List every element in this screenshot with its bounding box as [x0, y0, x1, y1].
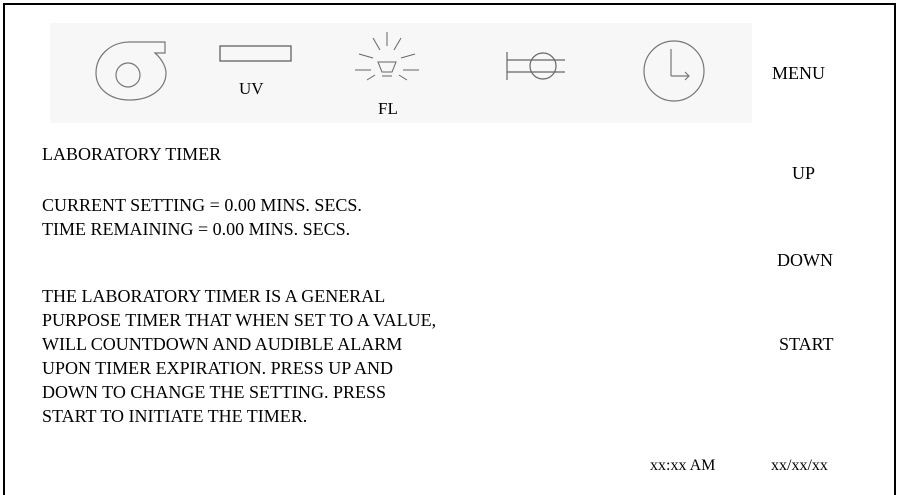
description-line: UPON TIMER EXPIRATION. PRESS UP AND — [42, 358, 394, 378]
current-setting-readout: CURRENT SETTING = 0.00 MINS. SECS. — [42, 195, 362, 215]
menu-button[interactable]: MENU — [772, 64, 825, 82]
description-line: DOWN TO CHANGE THE SETTING. PRESS — [42, 382, 387, 402]
description-line: THE LABORATORY TIMER IS A GENERAL — [42, 286, 386, 306]
time-remaining-readout: TIME REMAINING = 0.00 MINS. SECS. — [42, 219, 351, 239]
description-line: START TO INITIATE THE TIMER. — [42, 406, 308, 426]
description-line: WILL COUNTDOWN AND AUDIBLE ALARM — [42, 334, 403, 354]
start-button[interactable]: START — [779, 335, 833, 353]
clock-time: xx:xx AM — [650, 457, 716, 474]
fluorescent-light-label: FL — [378, 99, 398, 118]
clock-timer-icon[interactable] — [642, 39, 706, 103]
uv-lamp-label: UV — [239, 79, 264, 98]
uv-lamp-icon[interactable] — [219, 45, 293, 63]
down-button[interactable]: DOWN — [777, 251, 833, 269]
blower-fan-icon[interactable] — [92, 40, 170, 102]
outlet-valve-icon[interactable] — [505, 50, 567, 82]
fluorescent-light-icon[interactable] — [347, 30, 427, 92]
page-title: LABORATORY TIMER — [42, 144, 222, 164]
up-button[interactable]: UP — [792, 164, 815, 182]
description-line: PURPOSE TIMER THAT WHEN SET TO A VALUE, — [42, 310, 437, 330]
clock-date: xx/xx/xx — [771, 457, 828, 474]
